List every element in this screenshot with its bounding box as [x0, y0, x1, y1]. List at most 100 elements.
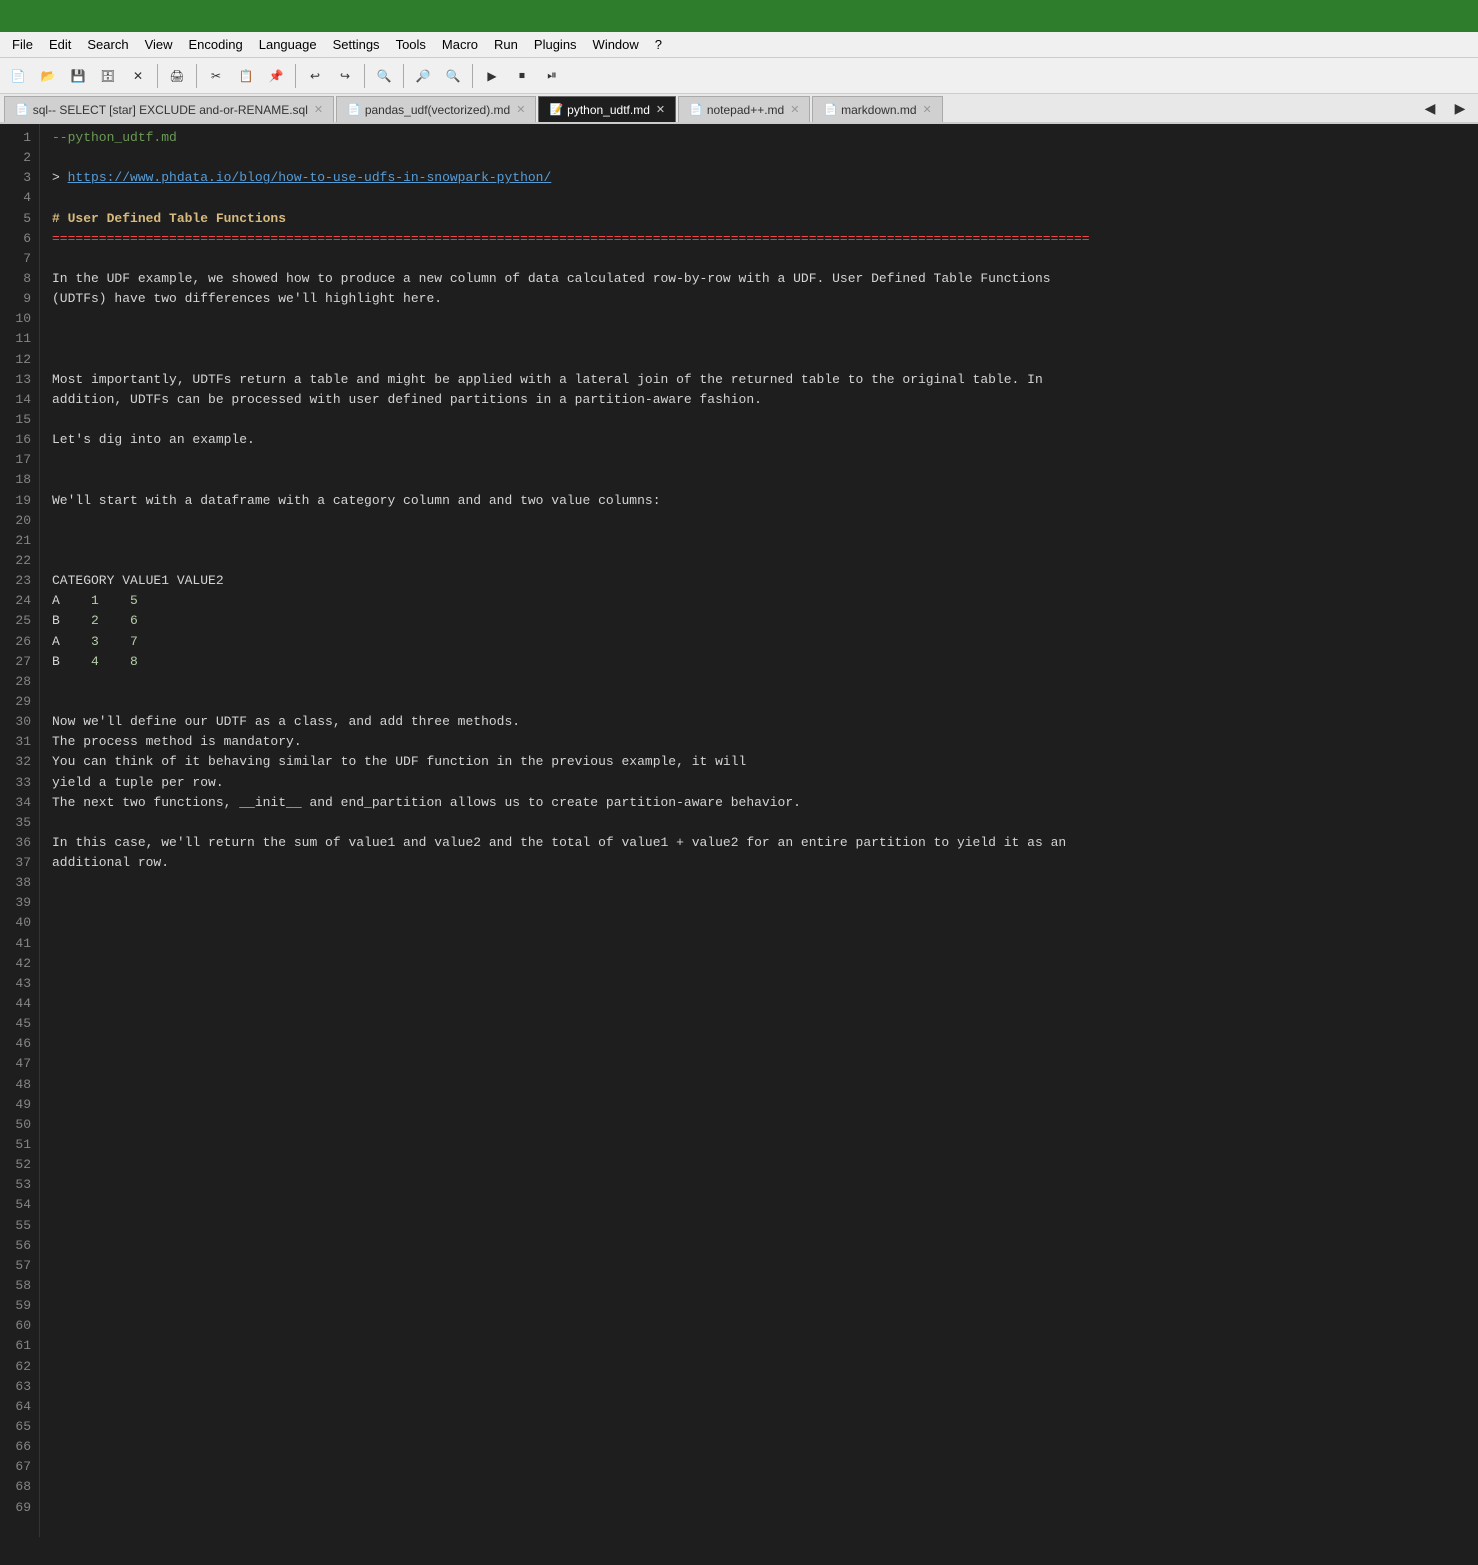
tab-markdown-label: markdown.md	[841, 103, 916, 117]
cut-button[interactable]: ✂	[202, 62, 230, 90]
toolbar-sep1	[157, 64, 158, 88]
line-45: 45	[8, 1014, 31, 1034]
line-56: 56	[8, 1236, 31, 1256]
line-26: 26	[8, 632, 31, 652]
line-25: 25	[8, 611, 31, 631]
paste-button[interactable]: 📌	[262, 62, 290, 90]
tab-scroll-right[interactable]: ▶	[1446, 94, 1474, 122]
line-40: 40	[8, 913, 31, 933]
tab-sql[interactable]: 📄 sql-- SELECT [star] EXCLUDE and-or-REN…	[4, 96, 334, 122]
line-42: 42	[8, 954, 31, 974]
line-20: 20	[8, 511, 31, 531]
line-18: 18	[8, 470, 31, 490]
tab-notepadpp-close[interactable]: ✕	[790, 103, 799, 116]
editor-content[interactable]: --python_udtf.md > https://www.phdata.io…	[40, 124, 1478, 1537]
line-49: 49	[8, 1095, 31, 1115]
line-8: 8	[8, 269, 31, 289]
line-28: 28	[8, 672, 31, 692]
tab-python-udtf[interactable]: 📝 python_udtf.md ✕	[538, 96, 676, 122]
zoom-in[interactable]: 🔎	[409, 62, 437, 90]
toolbar-sep4	[364, 64, 365, 88]
maximize-button[interactable]	[1410, 6, 1438, 26]
line-13: 13	[8, 370, 31, 390]
minimize-button[interactable]	[1378, 6, 1406, 26]
tab-scroll-left[interactable]: ◀	[1416, 94, 1444, 122]
tab-sql-icon: 📄	[15, 103, 29, 116]
tab-sql-close[interactable]: ✕	[314, 103, 323, 116]
macro-record[interactable]: ▶	[478, 62, 506, 90]
undo-button[interactable]: ↩	[301, 62, 329, 90]
macro-stop[interactable]: ⏹	[508, 62, 536, 90]
line-1: 1	[8, 128, 31, 148]
line-15: 15	[8, 410, 31, 430]
line-59: 59	[8, 1296, 31, 1316]
save-button[interactable]: 💾	[64, 62, 92, 90]
menu-macro[interactable]: Macro	[434, 35, 486, 54]
line-2: 2	[8, 148, 31, 168]
line-35: 35	[8, 813, 31, 833]
line-23: 23	[8, 571, 31, 591]
line-39: 39	[8, 893, 31, 913]
copy-button[interactable]: 📋	[232, 62, 260, 90]
tab-pandas-icon: 📄	[347, 103, 361, 116]
menu-plugins[interactable]: Plugins	[526, 35, 585, 54]
line-19: 19	[8, 491, 31, 511]
menu-encoding[interactable]: Encoding	[181, 35, 251, 54]
tab-pandas-label: pandas_udf(vectorized).md	[365, 103, 510, 117]
tab-markdown[interactable]: 📄 markdown.md ✕	[812, 96, 942, 122]
menu-settings[interactable]: Settings	[325, 35, 388, 54]
menu-file[interactable]: File	[4, 35, 41, 54]
tab-active-icon: 📝	[549, 103, 563, 116]
line-24: 24	[8, 591, 31, 611]
tab-markdown-close[interactable]: ✕	[923, 103, 932, 116]
menu-window[interactable]: Window	[585, 35, 647, 54]
line-4: 4	[8, 188, 31, 208]
menu-edit[interactable]: Edit	[41, 35, 79, 54]
menu-help[interactable]: ?	[647, 35, 670, 54]
line-31: 31	[8, 732, 31, 752]
line-21: 21	[8, 531, 31, 551]
tab-sql-label: sql-- SELECT [star] EXCLUDE and-or-RENAM…	[33, 103, 308, 117]
macro-play[interactable]: ⏯	[538, 62, 566, 90]
line-50: 50	[8, 1115, 31, 1135]
redo-button[interactable]: ↪	[331, 62, 359, 90]
save-all-button[interactable]: 🗄	[94, 62, 122, 90]
menu-search[interactable]: Search	[79, 35, 136, 54]
line-57: 57	[8, 1256, 31, 1276]
menu-view[interactable]: View	[137, 35, 181, 54]
line-38: 38	[8, 873, 31, 893]
line-60: 60	[8, 1316, 31, 1336]
close-button[interactable]	[1442, 6, 1470, 26]
line-36: 36	[8, 833, 31, 853]
menu-run[interactable]: Run	[486, 35, 526, 54]
line-46: 46	[8, 1034, 31, 1054]
line-48: 48	[8, 1075, 31, 1095]
tab-notepadpp-label: notepad++.md	[707, 103, 784, 117]
window-controls	[1378, 6, 1470, 26]
new-button[interactable]: 📄	[4, 62, 32, 90]
print-button[interactable]: 🖨	[163, 62, 191, 90]
line-43: 43	[8, 974, 31, 994]
zoom-out[interactable]: 🔍	[439, 62, 467, 90]
tab-active-label: python_udtf.md	[567, 103, 650, 117]
line-12: 12	[8, 350, 31, 370]
line-14: 14	[8, 390, 31, 410]
close-button2[interactable]: ✕	[124, 62, 152, 90]
open-button[interactable]: 📂	[34, 62, 62, 90]
find-button[interactable]: 🔍	[370, 62, 398, 90]
line-69: 69	[8, 1498, 31, 1518]
tab-pandas-close[interactable]: ✕	[516, 103, 525, 116]
line-62: 62	[8, 1357, 31, 1377]
line-58: 58	[8, 1276, 31, 1296]
menu-tools[interactable]: Tools	[388, 35, 434, 54]
menu-language[interactable]: Language	[251, 35, 325, 54]
tab-notepadpp[interactable]: 📄 notepad++.md ✕	[678, 96, 810, 122]
toolbar-sep6	[472, 64, 473, 88]
editor-container: 1 2 3 4 5 6 7 8 9 10 11 12 13 14 15 16 1…	[0, 124, 1478, 1537]
toolbar-sep2	[196, 64, 197, 88]
tab-notepadpp-icon: 📄	[689, 103, 703, 116]
line-9: 9	[8, 289, 31, 309]
line-37: 37	[8, 853, 31, 873]
tab-active-close[interactable]: ✕	[656, 103, 665, 116]
tab-pandas[interactable]: 📄 pandas_udf(vectorized).md ✕	[336, 96, 536, 122]
